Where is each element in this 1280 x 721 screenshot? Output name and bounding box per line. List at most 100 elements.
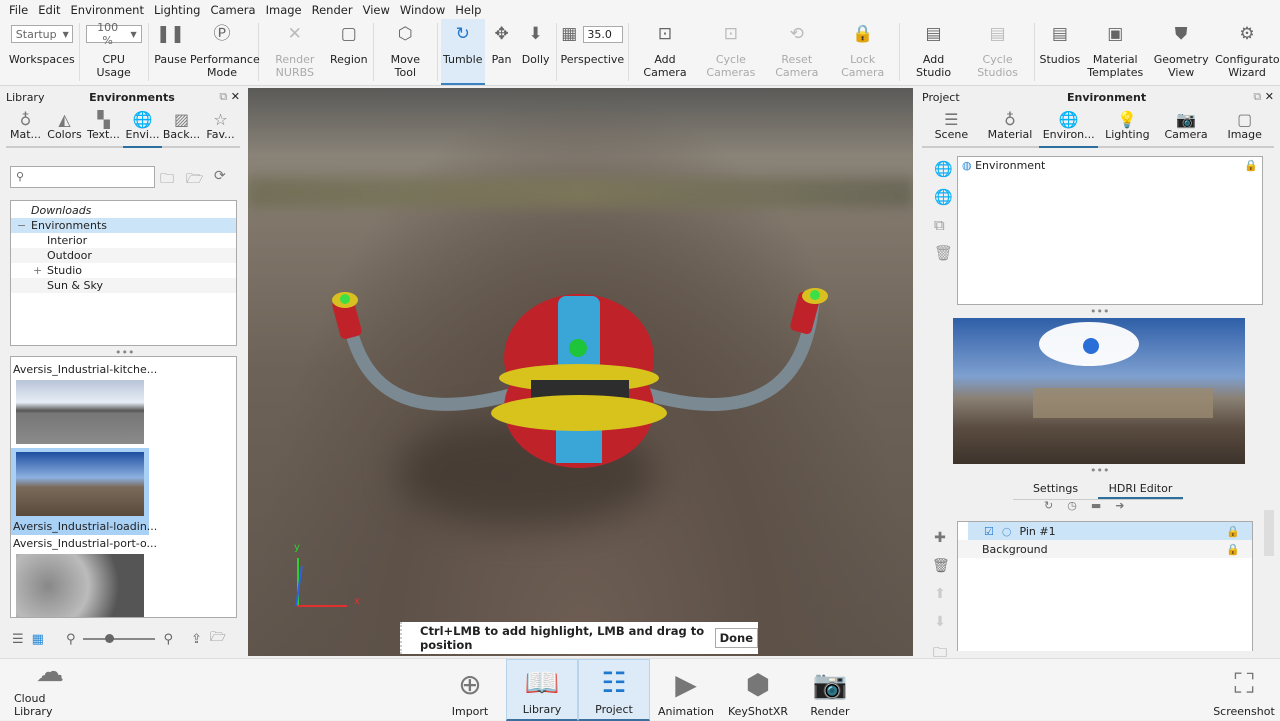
layer-background[interactable]: Background 🔒 <box>958 540 1252 558</box>
configurator-wizard-button[interactable]: ⚙ Configurator Wizard <box>1214 19 1280 85</box>
menu-camera[interactable]: Camera <box>210 3 255 17</box>
tree-item-sun-sky[interactable]: Sun & Sky <box>11 278 236 293</box>
geometry-view-button[interactable]: ⛊ Geometry View <box>1148 19 1214 85</box>
tree-item-downloads[interactable]: Downloads <box>11 203 236 218</box>
pause-button[interactable]: ❚❚ Pause <box>152 19 189 85</box>
tab-colors[interactable]: ◭ Colors <box>45 106 84 146</box>
cloud-library-button[interactable]: ☁ Cloud Library <box>14 655 86 721</box>
screenshot-button[interactable]: ⛶ Screenshot <box>1208 659 1280 721</box>
cpu-usage-select[interactable]: 100 % ▼ <box>85 21 142 47</box>
upload-icon[interactable]: ⇪ <box>191 632 202 647</box>
list-view-icon[interactable]: ☰ <box>12 632 24 647</box>
add-environment-icon[interactable]: 🌐 <box>934 160 953 178</box>
environment-thumbnail[interactable]: Aversis_Industrial-kitche... <box>11 361 157 444</box>
workspaces-select[interactable]: Startup ▼ <box>10 25 73 43</box>
tab-lighting[interactable]: 💡 Lighting <box>1098 106 1157 146</box>
tree-item-environments[interactable]: − Environments <box>11 218 236 233</box>
tab-image[interactable]: ▢ Image <box>1215 106 1274 146</box>
render-nurbs-button[interactable]: ✕ Render NURBS <box>262 19 328 85</box>
visibility-checkbox[interactable]: ☑ <box>984 525 994 538</box>
tab-envi[interactable]: 🌐 Envi... <box>123 106 162 148</box>
tab-fav[interactable]: ☆ Fav... <box>201 106 240 146</box>
add-camera-button[interactable]: ⊡ Add Camera <box>632 19 698 85</box>
lock-icon[interactable]: 🔒 <box>1226 525 1240 538</box>
tree-item-studio[interactable]: + Studio <box>11 263 236 278</box>
move-tool-button[interactable]: ⬡ Move Tool <box>377 19 434 85</box>
cpu-usage-button[interactable]: 100 % ▼ CPU Usage <box>82 19 144 85</box>
lock-camera-button[interactable]: 🔒 Lock Camera <box>830 19 896 85</box>
region-button[interactable]: ▢ Region <box>328 19 370 85</box>
cycle-cameras-button[interactable]: ⊡ Cycle Cameras <box>698 19 764 85</box>
workspaces-button[interactable]: Startup ▼ Workspaces <box>8 19 76 85</box>
tab-text[interactable]: ▚ Text... <box>84 106 123 146</box>
tab-back[interactable]: ▨ Back... <box>162 106 201 146</box>
tab-mat[interactable]: ♁ Mat... <box>6 106 45 146</box>
thumbnail-size-slider[interactable] <box>83 634 156 643</box>
close-icon[interactable]: ✕ <box>231 90 240 103</box>
tab-hdri-editor[interactable]: HDRI Editor <box>1098 480 1183 499</box>
menu-render[interactable]: Render <box>312 3 353 17</box>
material-templates-button[interactable]: ▣ Material Templates <box>1082 19 1148 85</box>
environment-thumbnail[interactable]: Aversis_Industrial-loadin... <box>11 448 157 535</box>
tab-material[interactable]: ♁ Material <box>981 106 1040 146</box>
lock-icon[interactable]: 🔒 <box>1226 543 1240 556</box>
float-icon[interactable]: ⧉ <box>1253 90 1261 103</box>
menu-window[interactable]: Window <box>400 3 445 17</box>
grid-view-icon[interactable]: ▦ <box>32 632 44 647</box>
tab-camera[interactable]: 📷 Camera <box>1157 106 1216 146</box>
refresh-icon[interactable]: ⟳ <box>214 168 226 184</box>
project-button[interactable]: ☷ Project <box>578 659 650 721</box>
export-icon[interactable]: ➜ <box>1115 499 1124 512</box>
duplicate-environment-icon[interactable]: 🌐 <box>934 188 953 206</box>
tree-item-interior[interactable]: Interior <box>11 233 236 248</box>
library-search-input[interactable]: ⚲ <box>10 166 155 188</box>
fov-input[interactable]: 35.0 <box>583 25 624 43</box>
add-folder-icon[interactable]: 🗀 <box>160 168 174 192</box>
menu-edit[interactable]: Edit <box>38 3 60 17</box>
environment-thumbnail[interactable]: Aversis_Industrial-port-o... <box>11 535 157 617</box>
cpu-usage-dropdown[interactable]: 100 % ▼ <box>85 21 142 47</box>
splitter-handle[interactable]: ••• <box>1090 305 1109 318</box>
move-up-icon[interactable]: ⬆ <box>932 586 948 602</box>
dolly-button[interactable]: ⬇ Dolly <box>519 19 553 85</box>
copy-icon[interactable]: ⧉ <box>934 216 953 234</box>
cycle-studios-button[interactable]: ▤ Cycle Studios <box>965 19 1031 85</box>
workspaces-dropdown[interactable]: Startup ▼ <box>10 23 73 45</box>
zoom-in-icon[interactable]: ⚲ <box>163 632 173 647</box>
studios-button[interactable]: ▤ Studios <box>1037 19 1082 85</box>
add-pin-icon[interactable]: ↻ <box>1044 499 1053 512</box>
menu-lighting[interactable]: Lighting <box>154 3 200 17</box>
add-layer-icon[interactable]: ✚ <box>932 530 948 546</box>
delete-icon[interactable]: 🗑 <box>934 244 953 262</box>
menu-view[interactable]: View <box>363 3 390 17</box>
move-down-icon[interactable]: ⬇ <box>932 614 948 630</box>
import-button[interactable]: ⊕ Import <box>434 659 506 721</box>
reset-camera-button[interactable]: ⟲ Reset Camera <box>764 19 830 85</box>
layer-pin-1[interactable]: ☑ ○ Pin #1 🔒 <box>968 522 1252 540</box>
library-button[interactable]: 📖 Library <box>506 659 578 721</box>
expand-icon[interactable]: + <box>33 263 42 278</box>
tree-item-outdoor[interactable]: Outdoor <box>11 248 236 263</box>
close-icon[interactable]: ✕ <box>1265 90 1274 103</box>
splitter-handle[interactable]: ••• <box>1090 464 1109 477</box>
tab-scene[interactable]: ☰ Scene <box>922 106 981 146</box>
delete-layer-icon[interactable]: 🗑 <box>932 558 950 574</box>
tab-environ[interactable]: 🌐 Environ... <box>1039 106 1099 148</box>
render-viewport[interactable]: y x Ctrl+LMB to add highlight, LMB and d… <box>248 88 913 656</box>
import-folder-icon[interactable]: 🗁 <box>186 168 203 192</box>
save-icon[interactable]: ▬ <box>1091 499 1101 512</box>
perspective-button[interactable]: ▦ 35.0 Perspective <box>560 19 626 85</box>
menu-environment[interactable]: Environment <box>71 3 144 17</box>
render-button[interactable]: 📷 Render <box>794 659 866 721</box>
environment-item[interactable]: ◍ Environment 🔒 <box>958 157 1262 174</box>
lock-icon[interactable]: 🔒 <box>1244 159 1258 172</box>
tumble-button[interactable]: ↻ Tumble <box>440 19 485 85</box>
hdri-preview[interactable] <box>953 318 1245 464</box>
export-folder-icon[interactable]: 🗁 <box>210 628 226 650</box>
tab-settings[interactable]: Settings <box>1013 480 1098 499</box>
animation-button[interactable]: ▶ Animation <box>650 659 722 721</box>
menu-image[interactable]: Image <box>266 3 302 17</box>
clock-icon[interactable]: ◷ <box>1067 499 1077 512</box>
add-studio-button[interactable]: ▤ Add Studio <box>903 19 965 85</box>
done-button[interactable]: Done <box>714 628 758 648</box>
